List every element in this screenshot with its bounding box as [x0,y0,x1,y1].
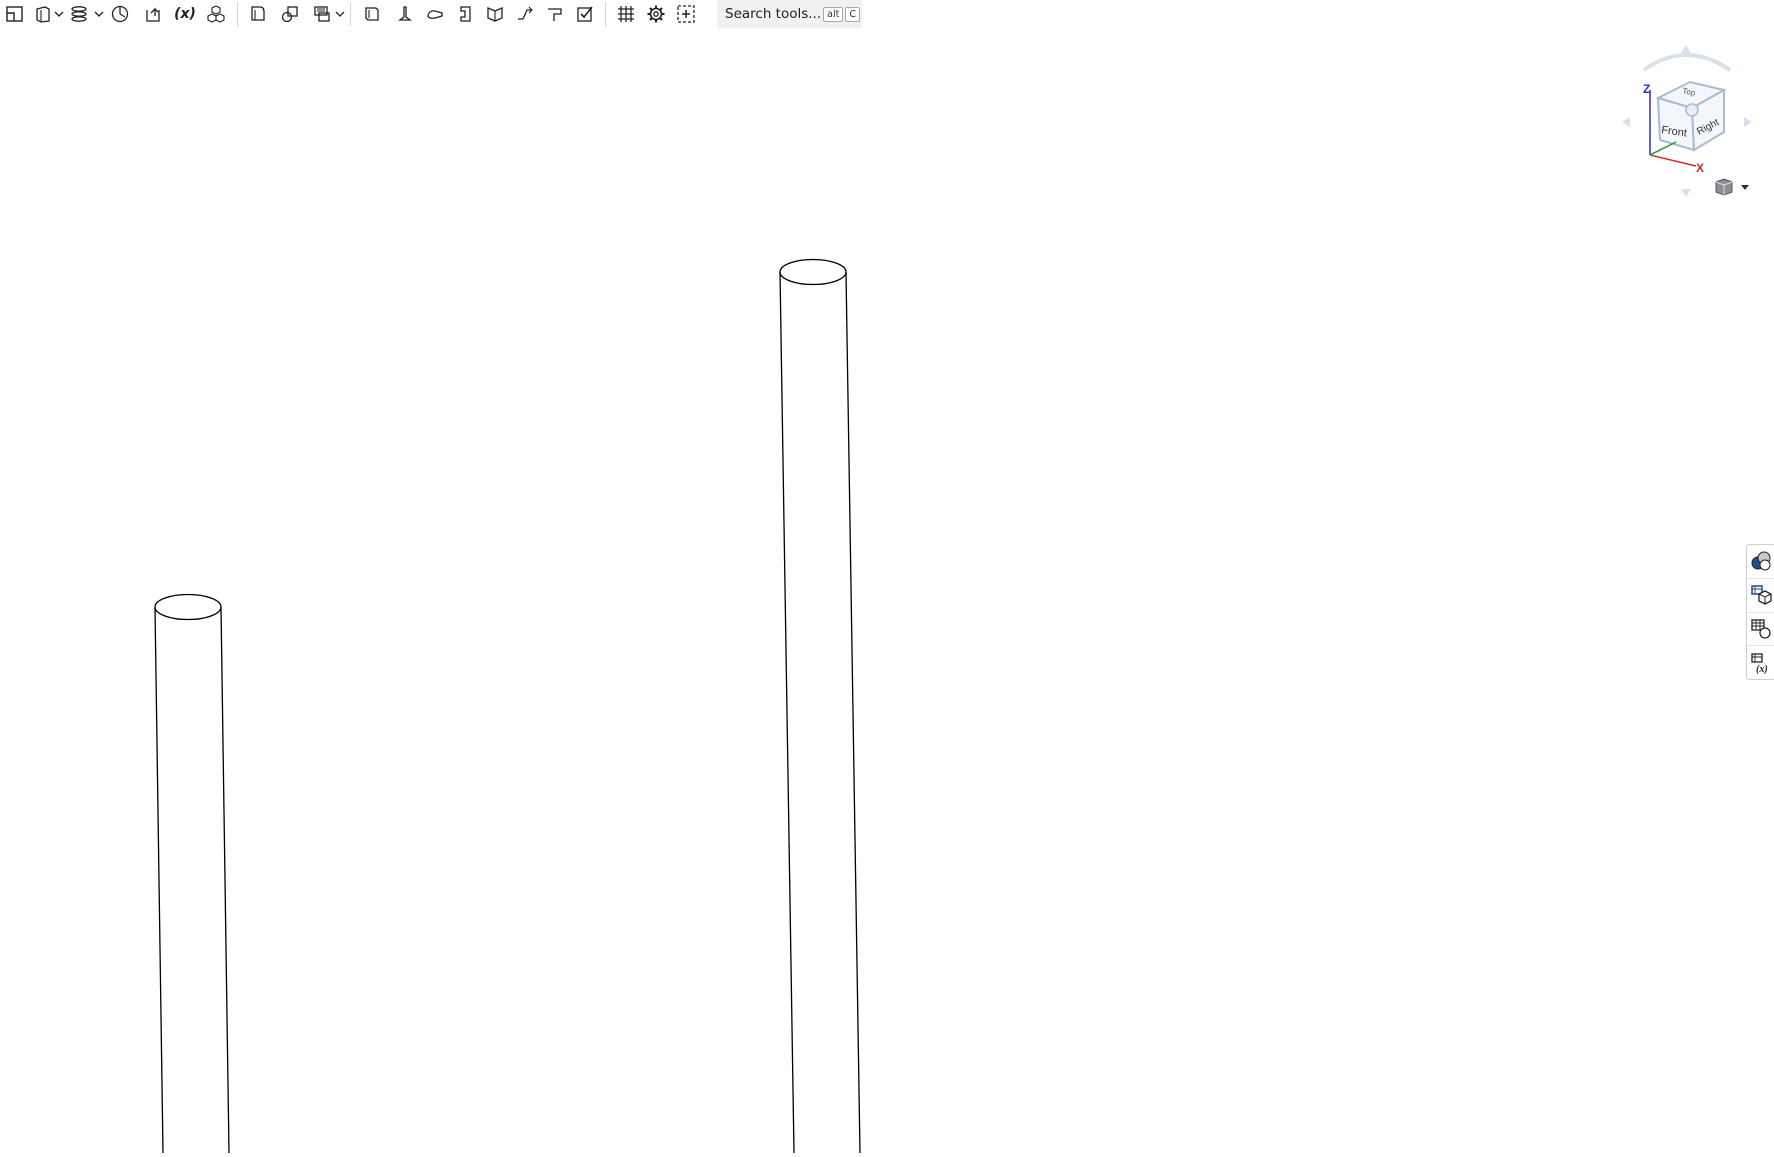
variable-button[interactable]: (x) [170,1,200,27]
variables-panel-button[interactable]: (x) [1747,646,1774,679]
toolbar-divider [237,2,238,26]
import-icon [146,7,160,22]
nudge-up-icon[interactable] [1681,45,1691,53]
toolbar-divider [605,2,606,26]
finish-icon [577,6,593,22]
cube-corner[interactable] [1685,103,1699,117]
gear-icon [647,5,665,23]
cube-view-icon [1715,178,1733,196]
sheet-metal-icon [365,7,379,21]
tab-button[interactable] [450,1,480,27]
appearance-panel-button[interactable] [1747,545,1774,579]
variable-icon: (x) [174,6,196,22]
shortcut-key-alt: alt [823,6,844,22]
extrude-dropdown[interactable] [54,1,64,27]
mass-properties-icon [1751,619,1771,639]
flange-button[interactable] [388,1,420,27]
nudge-left-icon[interactable] [1622,117,1630,127]
corner-icon [548,8,562,21]
y-axis-line [1649,141,1677,156]
search-tools-input[interactable]: Search tools... alt C [717,0,862,28]
search-tools-label: Search tools... [725,6,822,22]
hem-button[interactable] [420,1,450,27]
svg-text:(x): (x) [1756,664,1768,674]
extrude-button[interactable] [30,1,56,27]
chevron-down-icon [94,11,104,17]
feature-toolbar: (x) Search tools... alt C [0,0,862,28]
sweep-button[interactable] [64,1,96,27]
fillet-button[interactable] [243,1,273,27]
jog-button[interactable] [510,1,540,27]
transform-icon [314,6,330,22]
appearance-panel-icon [1751,551,1771,571]
grid-button[interactable] [611,1,641,27]
cylinder-right[interactable] [779,258,861,1154]
parts-panel-button[interactable] [1747,579,1774,613]
jog-icon [518,6,533,20]
bend-icon [487,7,503,22]
boolean-icon [281,6,298,23]
mass-properties-button[interactable] [1747,613,1774,647]
chevron-down-icon [54,11,64,17]
sweep-dropdown[interactable] [94,1,104,27]
add-custom-icon [677,5,695,23]
corner-button[interactable] [540,1,570,27]
flange-icon [398,6,412,21]
rotate-arrow-icon[interactable] [1642,53,1732,72]
cylinder-left-top-face[interactable] [154,593,222,621]
sheet-metal-button[interactable] [356,1,388,27]
sketch-icon [6,6,23,22]
toolbar-divider [350,2,351,26]
hem-icon [427,10,443,19]
tab-icon [460,6,471,22]
cylinder-right-edge[interactable] [845,271,861,1154]
fillet-icon [251,6,265,21]
shortcut-key-c: C [845,6,860,22]
boolean-button[interactable] [273,1,307,27]
view-options-dropdown[interactable] [1712,174,1752,200]
bend-button[interactable] [480,1,510,27]
cylinder-right-edge[interactable] [779,271,795,1154]
cylinder-left[interactable] [154,593,230,1154]
cylinder-left-edge[interactable] [220,606,230,1154]
cylinder-left-edge[interactable] [154,606,164,1154]
caret-down-icon [1741,185,1749,190]
parts-panel-icon [1751,585,1772,605]
z-axis-label: Z [1643,82,1650,96]
transform-button[interactable] [307,1,337,27]
grid-icon [618,6,634,22]
settings-button[interactable] [641,1,671,27]
cylinder-right-top-face[interactable] [779,258,847,286]
revolve-button[interactable] [104,1,136,27]
nudge-right-icon[interactable] [1744,117,1752,127]
nudge-down-icon[interactable] [1681,189,1691,197]
chevron-down-icon [335,11,345,17]
add-custom-feature-button[interactable] [671,1,701,27]
x-axis-label: X [1696,161,1704,175]
variables-panel-icon: (x) [1751,652,1768,674]
sketch-button[interactable] [0,1,30,27]
extrude-icon [36,6,50,23]
pattern-icon [207,5,225,23]
pattern-button[interactable] [200,1,232,27]
model-canvas[interactable] [0,0,1774,1154]
sweep-icon [71,6,87,22]
graphics-viewport[interactable] [0,0,1774,1154]
import-button[interactable] [136,1,170,27]
right-side-panel: (x) [1746,544,1774,680]
transform-dropdown[interactable] [335,1,345,27]
x-axis-line [1649,154,1697,167]
revolve-icon [111,5,129,23]
finish-button[interactable] [570,1,600,27]
